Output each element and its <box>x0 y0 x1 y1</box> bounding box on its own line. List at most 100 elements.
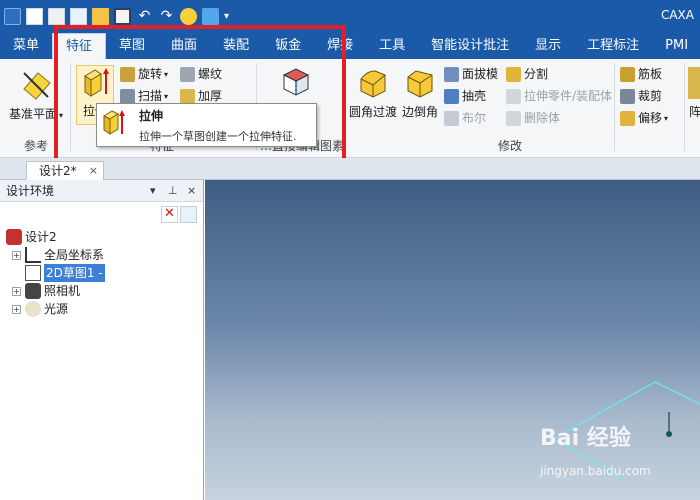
tab-tools[interactable]: 工具 <box>366 32 418 59</box>
lightbulb-icon[interactable] <box>180 7 197 25</box>
tab-sheetmetal[interactable]: 钣金 <box>262 32 314 59</box>
redo-icon[interactable]: ↷ <box>158 8 175 25</box>
tab-smart-annotation[interactable]: 智能设计批注 <box>418 32 522 59</box>
chamfer-label: 边倒角 <box>401 105 438 119</box>
offset-button[interactable]: 偏移 ▾ <box>620 109 668 128</box>
tab-engineering-annotation[interactable]: 工程标注 <box>574 32 652 59</box>
tree-node-label: 2D草图1 - <box>44 264 105 282</box>
delete-icon[interactable]: ✕ <box>161 206 178 223</box>
group-separator <box>342 63 343 151</box>
direct-edit-button[interactable] <box>274 65 318 101</box>
panel-close-icon[interactable]: × <box>187 180 196 202</box>
expand-icon[interactable]: + <box>12 250 21 260</box>
datum-plane-label: 基准平面 <box>8 107 57 121</box>
tab-pmi[interactable]: PMI <box>652 32 700 59</box>
app-window: ↶ ↷ ▾ CAXA 菜单 特征 草图 曲面 装配 钣金 焊接 工具 智能设计批… <box>0 0 700 500</box>
title-bar: ↶ ↷ ▾ CAXA <box>0 0 700 32</box>
light-icon <box>25 301 41 317</box>
tree-node-label: 光源 <box>44 302 69 316</box>
smart-filter-icon[interactable] <box>180 206 197 223</box>
offset-label: 偏移 <box>638 111 663 125</box>
revolve-button[interactable]: 旋转 ▾ <box>120 65 168 84</box>
app-menu-icon[interactable] <box>4 7 21 25</box>
smart-icon[interactable] <box>202 7 219 25</box>
new-file-icon[interactable] <box>26 7 43 25</box>
3d-viewport[interactable] <box>205 180 700 500</box>
tooltip-title: 拉伸 <box>139 109 164 123</box>
thread-button[interactable]: 螺纹 <box>180 65 222 84</box>
sketch-icon <box>25 265 41 281</box>
delete-body-button[interactable]: 删除体 <box>506 109 560 128</box>
shell-button[interactable]: 抽壳 <box>444 87 486 106</box>
expand-icon[interactable]: + <box>12 304 21 314</box>
tree-node-label: 照相机 <box>44 284 81 298</box>
new-design-icon[interactable] <box>48 7 65 25</box>
tab-weld[interactable]: 焊接 <box>314 32 366 59</box>
trim-label: 裁剪 <box>638 89 663 103</box>
tab-feature[interactable]: 特征 <box>52 33 107 59</box>
datum-plane-icon <box>20 69 52 101</box>
reference-group-label: 参考 <box>24 139 49 153</box>
tree-toolbar: ✕ <box>159 206 197 223</box>
design-environment-panel: 设计环境 ▾ ⊥ × ✕ 设计2 + 全局坐标系 2D草图1 - + 照相机 +… <box>0 180 204 500</box>
tab-display[interactable]: 显示 <box>522 32 574 59</box>
thread-label: 螺纹 <box>198 67 223 81</box>
sweep-icon <box>120 89 135 104</box>
trim-button[interactable]: 裁剪 <box>620 87 662 106</box>
rib-button[interactable]: 筋板 <box>620 65 662 84</box>
array-icon <box>688 67 700 99</box>
panel-title: 设计环境 <box>6 184 55 198</box>
tree-node-sketch[interactable]: 2D草图1 - <box>25 264 105 282</box>
tree-node-label: 设计2 <box>25 230 57 244</box>
delete-body-icon <box>506 111 521 126</box>
pin-icon[interactable]: ⊥ <box>168 180 178 202</box>
camera-icon <box>25 283 41 299</box>
panel-dropdown-icon[interactable]: ▾ <box>150 180 156 202</box>
chamfer-button[interactable]: 边倒角 <box>400 67 440 120</box>
datum-plane-button[interactable]: 基准平面 ▾ <box>6 69 66 122</box>
boolean-icon <box>444 111 459 126</box>
open-folder-icon[interactable] <box>92 7 109 25</box>
thicken-icon <box>180 89 195 104</box>
trim-icon <box>620 89 635 104</box>
sketch-outline <box>554 381 700 481</box>
import-icon[interactable] <box>70 7 87 25</box>
rib-label: 筋板 <box>638 67 663 81</box>
cube-edit-icon <box>280 65 312 97</box>
tab-assembly[interactable]: 装配 <box>210 32 262 59</box>
split-label: 分割 <box>524 67 549 81</box>
close-document-icon[interactable]: × <box>89 162 98 180</box>
watermark-url: jingyan.baidu.com <box>540 464 651 478</box>
expand-icon[interactable]: + <box>12 286 21 296</box>
watermark-logo: Bai 经验 <box>540 426 631 451</box>
split-button[interactable]: 分割 <box>506 65 548 84</box>
group-separator <box>614 63 615 151</box>
tree-node-camera[interactable]: + 照相机 <box>12 282 80 300</box>
window-title: CAXA <box>660 8 694 22</box>
modify-group-label: 修改 <box>498 139 523 153</box>
tab-surface[interactable]: 曲面 <box>158 32 210 59</box>
extrude-tooltip: 拉伸 拉伸一个草图创建一个拉伸特征. <box>96 103 317 147</box>
extrude-part-assembly-button[interactable]: 拉伸零件/装配体 <box>506 87 612 106</box>
draft-label: 面拔模 <box>462 67 499 81</box>
undo-icon[interactable]: ↶ <box>136 8 153 25</box>
tree-node-global-axis[interactable]: + 全局坐标系 <box>12 246 104 264</box>
revolve-label: 旋转 <box>138 67 163 81</box>
revolve-icon <box>120 67 135 82</box>
boolean-button[interactable]: 布尔 <box>444 109 486 128</box>
tree-node-light[interactable]: + 光源 <box>12 300 68 318</box>
save-icon[interactable] <box>114 7 131 25</box>
tab-sketch[interactable]: 草图 <box>106 32 158 59</box>
draft-button[interactable]: 面拔模 <box>444 65 498 84</box>
array-button[interactable]: 阵 <box>688 67 700 120</box>
tree-node-design[interactable]: 设计2 <box>6 228 57 246</box>
offset-icon <box>620 111 635 126</box>
ribbon-tab-bar: 菜单 特征 草图 曲面 装配 钣金 焊接 工具 智能设计批注 显示 工程标注 P… <box>0 32 700 59</box>
fillet-button[interactable]: 圆角过渡 <box>348 67 398 120</box>
document-tab[interactable]: 设计2* × <box>26 161 104 180</box>
tab-menu[interactable]: 菜单 <box>0 32 52 59</box>
array-label: 阵 <box>688 105 700 119</box>
tooltip-description: 拉伸一个草图创建一个拉伸特征. <box>139 130 297 143</box>
delete-body-label: 删除体 <box>524 111 561 125</box>
customize-toolbar-icon[interactable]: ▾ <box>224 8 234 25</box>
